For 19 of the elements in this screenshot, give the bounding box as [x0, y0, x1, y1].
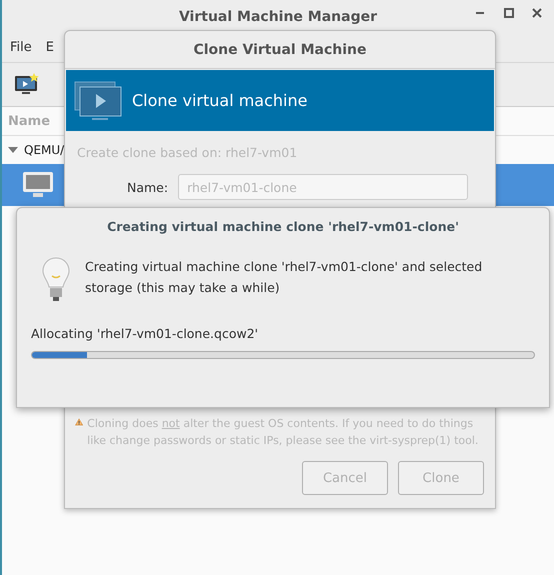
- new-vm-icon[interactable]: [14, 72, 40, 96]
- window-title: Virtual Machine Manager: [178, 8, 378, 24]
- dialog-title: Clone Virtual Machine: [193, 42, 366, 58]
- connection-label: QEMU/: [24, 143, 64, 157]
- column-header[interactable]: Name: [8, 114, 50, 128]
- close-icon[interactable]: [532, 8, 542, 18]
- dialog-banner: Clone virtual machine: [66, 70, 494, 131]
- progress-message: Creating virtual machine clone 'rhel7-vm01-clone' and selected storage (this may take a while): [85, 258, 484, 297]
- progress-status: Allocating 'rhel7-vm01-clone.qcow2': [31, 326, 260, 341]
- menu-item[interactable]: E: [46, 40, 54, 55]
- maximize-icon[interactable]: [504, 8, 514, 18]
- menu-item[interactable]: File: [10, 40, 32, 55]
- light-bulb-icon: [41, 256, 71, 304]
- minimize-icon[interactable]: [476, 11, 486, 15]
- expander-icon[interactable]: [8, 146, 18, 154]
- progress-title: Creating virtual machine clone 'rhel7-vm01-clone': [106, 219, 460, 234]
- monitor-icon: [74, 80, 122, 120]
- name-label: Name:: [127, 180, 168, 194]
- monitor-icon: [22, 171, 54, 199]
